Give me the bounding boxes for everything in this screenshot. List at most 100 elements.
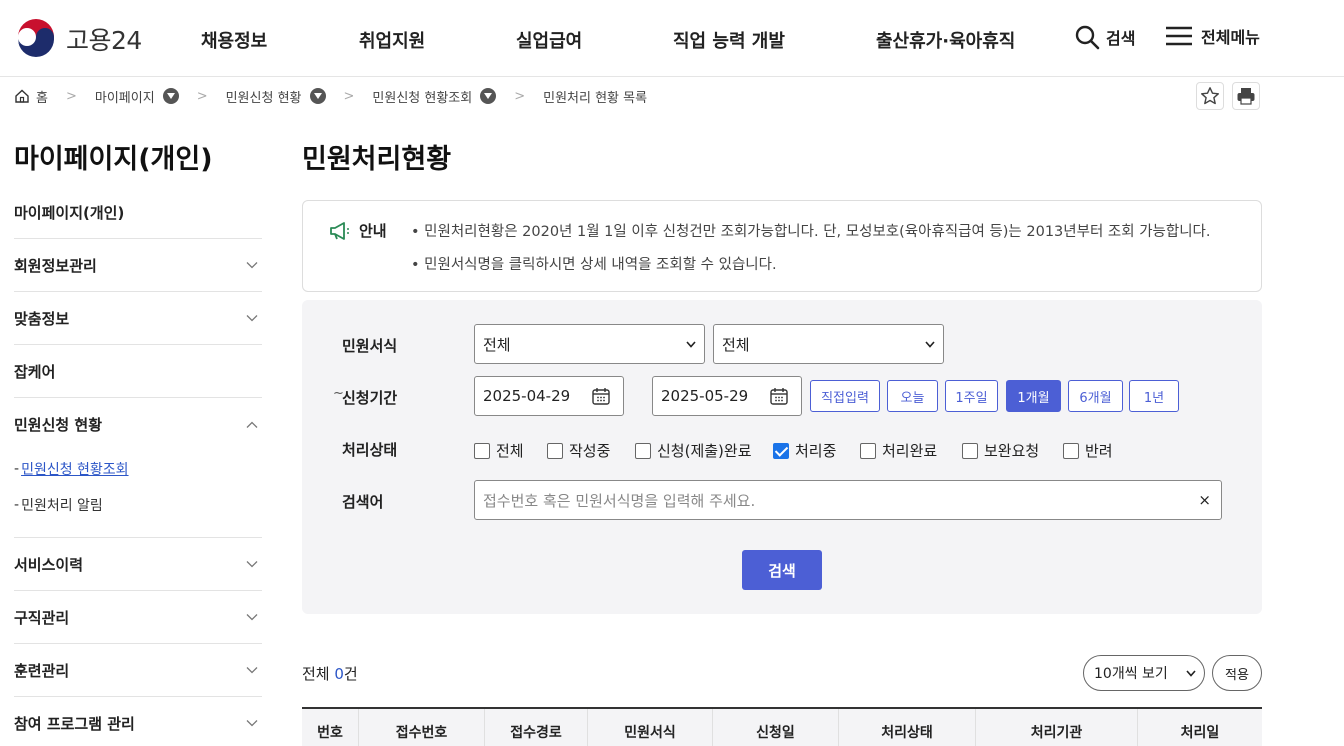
- breadcrumb-mypage[interactable]: 마이페이지: [95, 87, 179, 106]
- breadcrumb-separator-icon: >: [196, 88, 208, 104]
- date-to-input[interactable]: 2025-05-29: [652, 376, 802, 416]
- breadcrumb-home-label: 홈: [36, 90, 48, 106]
- clear-icon[interactable]: ×: [1198, 491, 1211, 509]
- all-menu-label: 전체메뉴: [1201, 28, 1260, 47]
- sidebar-item-label: 참여 프로그램 관리: [14, 714, 135, 733]
- sidebar-item-label: 마이페이지(개인): [14, 203, 125, 222]
- notice-label: 안내: [359, 222, 387, 240]
- status-checkbox-rejected[interactable]: 반려: [1063, 440, 1113, 461]
- column-header: 접수번호: [359, 709, 485, 746]
- dropdown-toggle-icon[interactable]: [162, 88, 179, 104]
- column-header: 처리일: [1180, 724, 1220, 741]
- calendar-icon[interactable]: [769, 386, 789, 406]
- sidebar-menu: 마이페이지(개인) 회원정보관리 맞춤정보 잡케어 민원신청 현황 - 민원신청…: [14, 186, 262, 746]
- breadcrumb-home[interactable]: 홈: [14, 87, 48, 106]
- date-range-separator: ~: [333, 386, 344, 401]
- all-menu-button[interactable]: 전체메뉴: [1165, 24, 1260, 48]
- sidebar-item-label: 민원신청 현황: [14, 416, 103, 434]
- total-prefix: 전체: [302, 665, 335, 683]
- sidebar-item-jobcare[interactable]: 잡케어: [14, 345, 262, 398]
- page-size-value: 10개씩 보기: [1094, 666, 1168, 682]
- form-label: 민원서식: [342, 337, 398, 355]
- checkbox-icon: [860, 442, 876, 459]
- keyword-label: 검색어: [342, 493, 384, 511]
- status-checkbox-submitted[interactable]: 신청(제출)완료: [635, 440, 752, 461]
- sidebar-submenu: - 민원신청 현황조회 - 민원처리 알림: [14, 451, 262, 538]
- dropdown-toggle-icon[interactable]: [480, 88, 497, 104]
- breadcrumb-separator-icon: >: [514, 88, 526, 104]
- chevron-down-icon: [246, 667, 258, 674]
- sidebar-subitem-application-inquiry[interactable]: - 민원신청 현황조회: [14, 451, 262, 487]
- sidebar-item-mypage[interactable]: 마이페이지(개인): [14, 186, 262, 239]
- keyword-placeholder: 접수번호 혹은 민원서식명을 입력해 주세요.: [483, 491, 756, 510]
- page-size-select[interactable]: 10개씩 보기: [1083, 655, 1205, 691]
- date-from-input[interactable]: 2025-04-29: [474, 376, 624, 416]
- status-checkbox-supplement[interactable]: 보완요청: [962, 440, 1039, 461]
- sidebar-item-label: 회원정보관리: [14, 256, 97, 275]
- header-search-button[interactable]: 검색: [1074, 24, 1135, 50]
- search-button[interactable]: 검색: [742, 550, 822, 590]
- sidebar-item-label: 잡케어: [14, 362, 56, 381]
- dropdown-toggle-icon[interactable]: [309, 88, 326, 104]
- breadcrumb: 홈 > 마이페이지 > 민원신청 현황 > 민원신청 현황조회 > 민원처리 현…: [14, 86, 647, 106]
- sidebar-item-job-search[interactable]: 구직관리: [14, 591, 262, 644]
- keyword-input[interactable]: 접수번호 혹은 민원서식명을 입력해 주세요. ×: [474, 480, 1222, 520]
- sidebar-item-program[interactable]: 참여 프로그램 관리: [14, 697, 262, 746]
- nav-maternity-leave[interactable]: 출산휴가·육아휴직: [876, 27, 1015, 53]
- chevron-down-icon: [686, 340, 696, 348]
- status-label: 처리상태: [342, 441, 398, 459]
- sidebar-subitem-notification[interactable]: - 민원처리 알림: [14, 487, 262, 523]
- checkbox-checked-icon: [773, 442, 789, 459]
- sidebar-item-label: 맞춤정보: [14, 309, 70, 328]
- print-button[interactable]: [1232, 82, 1260, 110]
- checkbox-label: 반려: [1085, 442, 1113, 460]
- apply-button[interactable]: 적용: [1212, 655, 1262, 691]
- results-table-header: 번호 접수번호 접수경로 민원서식 신청일 처리상태 처리기관 처리일: [302, 707, 1262, 746]
- breadcrumb-current: 민원처리 현황 목록: [543, 87, 647, 106]
- select-value: 전체: [483, 335, 511, 354]
- checkbox-label: 처리완료: [882, 442, 938, 460]
- period-1month-button[interactable]: 1개월: [1006, 380, 1061, 412]
- sidebar-item-application-status[interactable]: 민원신청 현황: [14, 398, 262, 451]
- site-logo[interactable]: 고용24: [14, 17, 142, 61]
- sidebar-item-service-history[interactable]: 서비스이력: [14, 538, 262, 591]
- sidebar-item-member-info[interactable]: 회원정보관리: [14, 239, 262, 292]
- nav-vocational-training[interactable]: 직업 능력 개발: [673, 27, 785, 53]
- status-checkbox-processing[interactable]: 처리중: [773, 440, 836, 461]
- sidebar-item-custom-info[interactable]: 맞춤정보: [14, 292, 262, 345]
- select-value: 전체: [722, 335, 750, 354]
- nav-job-info[interactable]: 채용정보: [201, 27, 267, 53]
- nav-employment-support[interactable]: 취업지원: [359, 27, 425, 53]
- taegeuk-logo-icon: [15, 18, 57, 60]
- sidebar-item-training[interactable]: 훈련관리: [14, 644, 262, 697]
- breadcrumb-separator-icon: >: [343, 88, 355, 104]
- period-today-button[interactable]: 오늘: [887, 380, 938, 412]
- period-custom-button[interactable]: 직접입력: [810, 380, 880, 412]
- sidebar-subitem-label: 민원처리 알림: [21, 498, 103, 514]
- status-checkbox-draft[interactable]: 작성중: [547, 440, 610, 461]
- checkbox-icon: [547, 442, 563, 459]
- form-name-select[interactable]: 전체: [713, 324, 944, 364]
- logo-text: 고용24: [66, 26, 142, 55]
- period-1year-button[interactable]: 1년: [1129, 380, 1179, 412]
- form-category-select[interactable]: 전체: [474, 324, 705, 364]
- breadcrumb-current-label: 민원처리 현황 목록: [543, 90, 648, 106]
- chevron-down-icon: [925, 340, 935, 348]
- status-checkbox-completed[interactable]: 처리완료: [860, 440, 937, 461]
- period-1week-button[interactable]: 1주일: [945, 380, 998, 412]
- calendar-icon[interactable]: [591, 386, 611, 406]
- favorite-button[interactable]: [1196, 82, 1224, 110]
- nav-unemployment-benefit[interactable]: 실업급여: [516, 27, 582, 53]
- breadcrumb-application-inquiry[interactable]: 민원신청 현황조회: [372, 87, 497, 106]
- checkbox-icon: [1063, 442, 1079, 459]
- star-icon: [1201, 87, 1219, 105]
- dash-icon: -: [14, 497, 20, 513]
- checkbox-label: 처리중: [795, 442, 837, 460]
- breadcrumb-application-status[interactable]: 민원신청 현황: [226, 87, 326, 106]
- notice-header: 안내: [329, 220, 387, 241]
- column-header: 접수경로: [485, 709, 588, 746]
- period-6month-button[interactable]: 6개월: [1068, 380, 1123, 412]
- notice-text: • 민원처리현황은 2020년 1월 1일 이후 신청건만 조회가능합니다. 단…: [411, 224, 1211, 240]
- sidebar-item-label: 서비스이력: [14, 555, 84, 574]
- status-checkbox-all[interactable]: 전체: [474, 440, 524, 461]
